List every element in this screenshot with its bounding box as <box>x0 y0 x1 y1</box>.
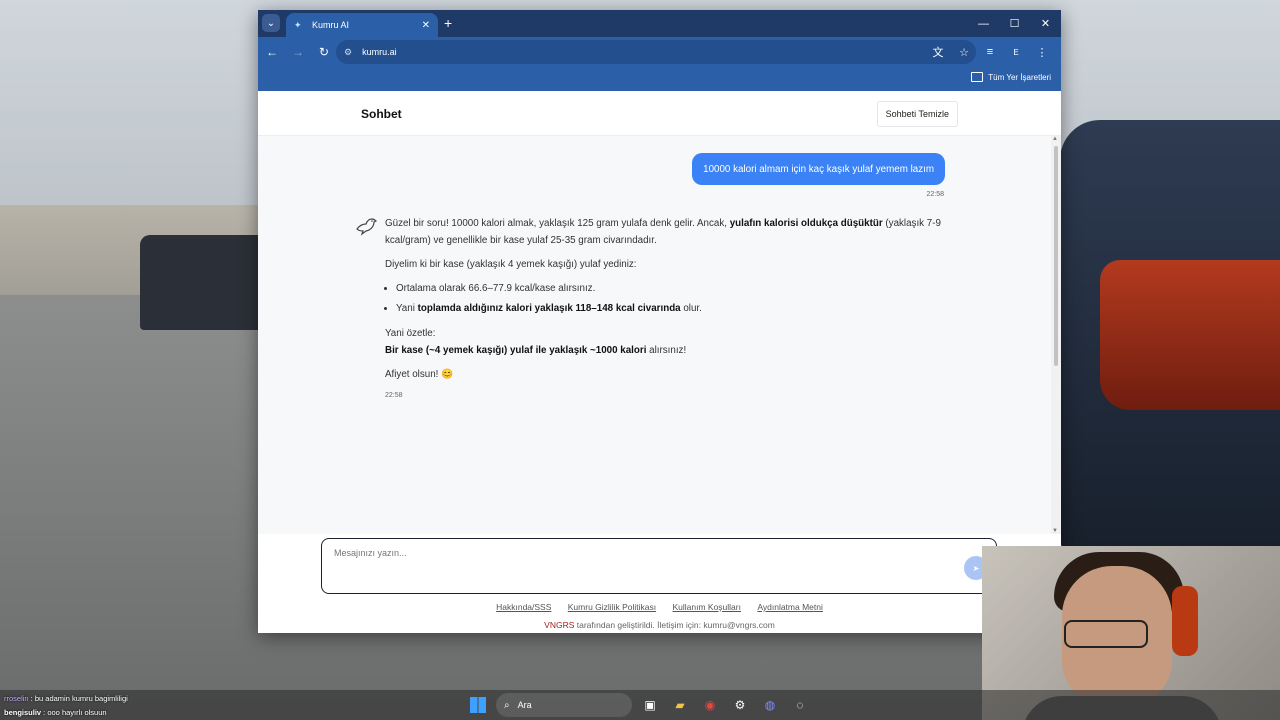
new-tab-button[interactable]: + <box>444 15 452 31</box>
bot-bold-text: toplamda aldığınız kalori yaklaşık 118–1… <box>417 303 681 314</box>
bot-list: Ortalama olarak 66.6–77.9 kcal/kase alır… <box>385 280 955 317</box>
bot-paragraph-1: Güzel bir soru! 10000 kalori almak, yakl… <box>385 215 955 249</box>
bot-paragraph-4: Afiyet olsun! 😊 <box>385 369 454 380</box>
bot-text: Yani özetle: <box>385 328 436 339</box>
background-taillight <box>1100 260 1280 410</box>
webcam-glasses <box>1064 620 1148 648</box>
page-content: Sohbet Sohbeti Temizle 10000 kalori alma… <box>258 91 1061 633</box>
chat-message: : bu adamin kumru bagimliligi <box>28 694 128 703</box>
footer-links: Hakkında/SSS Kumru Gizlilik Politikası K… <box>258 602 1061 612</box>
address-bar[interactable]: ⚙ kumru.ai <box>336 40 976 64</box>
bookmarks-bar: Tüm Yer İşaretleri <box>258 67 1061 91</box>
all-bookmarks-button[interactable]: Tüm Yer İşaretleri <box>971 72 1051 82</box>
footer-brand[interactable]: VNGRS <box>544 620 574 630</box>
bot-list-item-1: Ortalama olarak 66.6–77.9 kcal/kase alır… <box>396 280 955 297</box>
bird-favicon-icon: ✦ <box>294 20 302 30</box>
bird-avatar-icon <box>354 213 378 237</box>
footer-link-privacy[interactable]: Kumru Gizlilik Politikası <box>568 602 656 612</box>
bot-paragraph-3: Yani özetle: Bir kase (~4 yemek kaşığı) y… <box>385 325 955 359</box>
app-icon[interactable]: ◌ <box>788 693 812 717</box>
background-truck <box>140 235 270 330</box>
translate-icon[interactable]: 文 <box>925 40 951 64</box>
stream-chat-line: rroselin : bu adamin kumru bagimliligi <box>4 692 128 706</box>
chat-username: rroselin <box>4 694 29 703</box>
taskbar-search[interactable]: ⌕ Ara <box>496 693 632 717</box>
tab-kumru[interactable]: ✦ Kumru AI ✕ <box>286 13 438 37</box>
bot-message: Güzel bir soru! 10000 kalori almak, yakl… <box>385 215 955 404</box>
page-title: Sohbet <box>361 107 402 121</box>
message-composer: ➤ <box>321 538 997 594</box>
chat-scrollbar[interactable]: ▲ ▼ <box>1051 136 1061 534</box>
chat-area: 10000 kalori almam için kaç kaşık yulaf … <box>258 136 1051 534</box>
steam-icon[interactable]: ⚙ <box>728 693 752 717</box>
start-button[interactable] <box>466 693 490 717</box>
taskbar-search-label: Ara <box>517 700 532 710</box>
chat-username: bengisuliv <box>4 708 42 717</box>
all-bookmarks-label: Tüm Yer İşaretleri <box>988 72 1051 82</box>
chat-message: : ooo hayırlı olsuun <box>41 708 107 717</box>
message-input[interactable] <box>332 546 936 588</box>
scrollbar-thumb[interactable] <box>1054 146 1058 366</box>
bot-bold-text: yulafın kalorisi oldukça düşüktür <box>729 218 883 229</box>
bot-text: olur. <box>680 303 702 314</box>
footer-credit: VNGRS tarafından geliştirildi. İletişim … <box>258 620 1061 630</box>
bookmark-star-icon[interactable]: ☆ <box>951 40 977 64</box>
user-message-time: 22:58 <box>926 191 944 198</box>
footer-credit-text: tarafından geliştirildi. İletişim için: … <box>574 620 775 630</box>
maximize-icon[interactable]: ☐ <box>999 10 1030 37</box>
url-text: kumru.ai <box>362 47 397 57</box>
toolbar-actions: 文 ☆ ≡ E ⋮ <box>925 40 1055 64</box>
discord-icon[interactable]: ◍ <box>758 693 782 717</box>
chrome-icon[interactable]: ◉ <box>698 693 722 717</box>
tab-search-button[interactable]: ⌄ <box>262 14 280 32</box>
bot-list-item-2: Yani toplamda aldığınız kalori yaklaşık … <box>396 300 955 317</box>
footer-link-about[interactable]: Hakkında/SSS <box>496 602 551 612</box>
bot-message-time: 22:58 <box>385 392 403 399</box>
tab-title: Kumru AI <box>312 20 350 30</box>
user-message-bubble: 10000 kalori almam için kaç kaşık yulaf … <box>692 153 945 185</box>
bot-text: alırsınız! <box>646 345 687 356</box>
search-icon: ⌕ <box>504 699 510 711</box>
windows-logo-icon <box>470 697 486 713</box>
tab-strip: ⌄ ✦ Kumru AI ✕ + — ☐ ✕ <box>258 10 1061 37</box>
page-header: Sohbet Sohbeti Temizle <box>258 91 1061 136</box>
reload-icon[interactable]: ↻ <box>312 40 336 64</box>
taskbar: ⌕ Ara ▣ ▰ ◉ ⚙ ◍ ◌ <box>0 690 1280 720</box>
stream-chat-line: bengisuliv : ooo hayırlı olsuun <box>4 706 128 720</box>
bot-paragraph-2: Diyelim ki bir kase (yaklaşık 4 yemek ka… <box>385 259 637 270</box>
browser-toolbar: ← → ↻ ⚙ kumru.ai 文 ☆ ≡ E ⋮ <box>258 37 1061 67</box>
browser-window: ⌄ ✦ Kumru AI ✕ + — ☐ ✕ ← → ↻ ⚙ kumru.ai … <box>258 10 1061 633</box>
media-icon[interactable]: ≡ <box>977 40 1003 64</box>
minimize-icon[interactable]: — <box>968 10 999 37</box>
bot-text: Güzel bir soru! 10000 kalori almak, yakl… <box>385 218 730 229</box>
task-view-icon[interactable]: ▣ <box>638 693 662 717</box>
file-explorer-icon[interactable]: ▰ <box>668 693 692 717</box>
profile-avatar[interactable]: E <box>1003 40 1029 64</box>
site-info-icon[interactable]: ⚙ <box>344 47 352 58</box>
footer-link-disclosure[interactable]: Aydınlatma Metni <box>757 602 823 612</box>
footer-link-terms[interactable]: Kullanım Koşulları <box>672 602 741 612</box>
scroll-up-icon[interactable]: ▲ <box>1052 136 1058 142</box>
taskbar-items: ⌕ Ara ▣ ▰ ◉ ⚙ ◍ ◌ <box>466 693 812 717</box>
webcam-headset <box>1172 586 1198 656</box>
folder-icon <box>971 72 984 82</box>
close-window-icon[interactable]: ✕ <box>1030 10 1061 37</box>
back-icon[interactable]: ← <box>260 40 284 64</box>
bot-text: Yani <box>396 303 418 314</box>
stream-chat-overlay: rroselin : bu adamin kumru bagimliligi b… <box>4 692 128 720</box>
bot-bold-text: Bir kase (~4 yemek kaşığı) yulaf ile yak… <box>385 345 647 356</box>
scroll-down-icon[interactable]: ▼ <box>1052 528 1058 534</box>
clear-chat-button[interactable]: Sohbeti Temizle <box>876 101 958 127</box>
menu-icon[interactable]: ⋮ <box>1029 40 1055 64</box>
forward-icon[interactable]: → <box>286 40 310 64</box>
tab-close-icon[interactable]: ✕ <box>422 20 430 31</box>
window-controls: — ☐ ✕ <box>968 10 1061 37</box>
